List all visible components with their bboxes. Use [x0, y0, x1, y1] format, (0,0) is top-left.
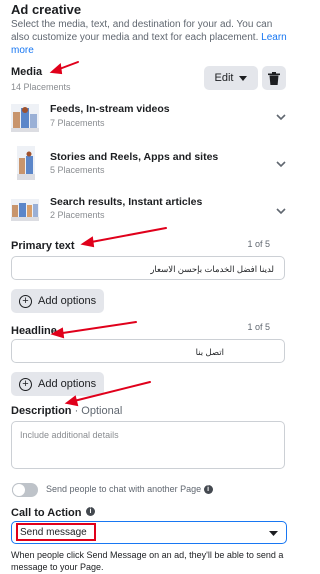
primary-text-add-options-button[interactable]: + Add options: [11, 289, 105, 313]
media-count: 14 Placements: [11, 82, 71, 92]
description-label-wrap: Description · Optional: [11, 405, 122, 417]
headline-input[interactable]: اتصل بنا: [11, 339, 285, 363]
placement-count: 2 Placements: [50, 210, 105, 220]
toggle-knob: [12, 483, 26, 497]
headline-value: اتصل بنا: [195, 347, 224, 357]
info-icon[interactable]: i: [85, 507, 95, 517]
feeds-thumbnail: [11, 104, 39, 132]
chevron-down-icon[interactable]: [276, 206, 286, 216]
chat-toggle-label-wrap: Send people to chat with another Page i: [46, 484, 213, 495]
plus-circle-icon: +: [19, 377, 32, 391]
stories-thumbnail: [17, 146, 35, 180]
headline-counter: 1 of 5: [247, 322, 270, 332]
description-placeholder: Include additional details: [20, 430, 119, 440]
caret-down-icon: [269, 531, 278, 536]
primary-text-value: لدينا افضل الخدمات بإحسن الاسعار: [150, 264, 274, 274]
primary-text-input[interactable]: لدينا افضل الخدمات بإحسن الاسعار: [11, 256, 285, 280]
placement-row-stories[interactable]: Stories and Reels, Apps and sites 5 Plac…: [8, 143, 290, 183]
edit-media-button[interactable]: Edit: [204, 66, 258, 90]
placement-title: Feeds, In-stream videos: [50, 103, 170, 115]
trash-icon: [268, 71, 280, 85]
description-optional: · Optional: [71, 405, 123, 417]
headline-label: Headline: [11, 325, 57, 337]
headline-add-options-button[interactable]: + Add options: [11, 372, 105, 396]
add-options-label: Add options: [38, 378, 97, 390]
chat-toggle[interactable]: [12, 483, 38, 497]
cta-label-wrap: Call to Action i: [11, 503, 95, 521]
caret-down-icon: [239, 75, 248, 81]
placement-count: 7 Placements: [50, 118, 105, 128]
placement-row-search[interactable]: Search results, Instant articles 2 Place…: [8, 192, 290, 232]
cta-label: Call to Action: [11, 507, 82, 519]
placement-row-feeds[interactable]: Feeds, In-stream videos 7 Placements: [8, 98, 290, 138]
info-icon[interactable]: i: [203, 485, 213, 495]
cta-selected-value: Send message: [20, 527, 87, 538]
primary-text-counter: 1 of 5: [247, 239, 270, 249]
description-textarea[interactable]: Include additional details: [11, 421, 285, 469]
cta-help-text: When people click Send Message on an ad,…: [11, 550, 284, 572]
chevron-down-icon[interactable]: [276, 112, 286, 122]
chevron-down-icon[interactable]: [276, 159, 286, 169]
cta-select[interactable]: Send message: [11, 521, 287, 544]
search-thumbnail: [11, 199, 39, 221]
intro-text: Select the media, text, and destination …: [11, 19, 273, 43]
plus-circle-icon: +: [19, 294, 32, 308]
placement-count: 5 Placements: [50, 165, 105, 175]
delete-media-button[interactable]: [262, 66, 286, 90]
placement-title: Search results, Instant articles: [50, 196, 203, 208]
chat-toggle-label: Send people to chat with another Page: [46, 484, 202, 494]
section-title: Ad creative: [11, 2, 82, 17]
primary-text-label: Primary text: [11, 240, 75, 252]
edit-label: Edit: [214, 72, 234, 84]
description-label: Description: [11, 405, 72, 417]
section-intro: Select the media, text, and destination …: [11, 18, 291, 57]
placement-title: Stories and Reels, Apps and sites: [50, 151, 219, 163]
add-options-label: Add options: [38, 295, 97, 307]
media-title: Media: [11, 66, 43, 78]
